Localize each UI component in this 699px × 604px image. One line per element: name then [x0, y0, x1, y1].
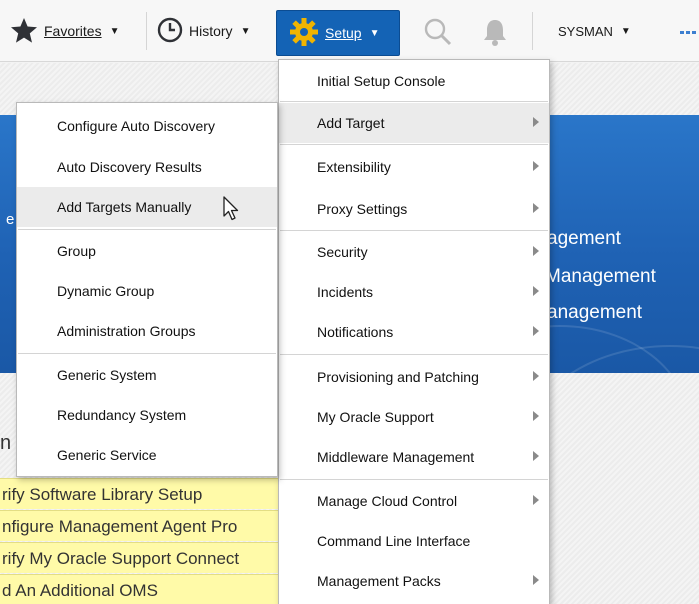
- caret-down-icon: ▼: [369, 27, 380, 39]
- menu-item-label: Manage Cloud Control: [317, 493, 458, 509]
- menu-item-label: Auto Discovery Results: [57, 159, 202, 175]
- submenu-arrow-icon: [533, 495, 539, 505]
- menu-item-incidents[interactable]: Incidents: [279, 272, 549, 312]
- submenu-arrow-icon: [533, 286, 539, 296]
- menu-item-provisioning-and-patching[interactable]: Provisioning and Patching: [279, 357, 549, 397]
- toolbar-divider: [146, 12, 147, 50]
- favorites-menu[interactable]: Favorites ▼: [10, 0, 119, 62]
- history-menu[interactable]: History ▼: [157, 0, 250, 62]
- submenu-item-configure-auto-discovery[interactable]: Configure Auto Discovery: [17, 106, 277, 146]
- menu-item-label: Extensibility: [317, 159, 391, 175]
- gear-icon: [289, 17, 319, 50]
- menu-item-notifications[interactable]: Notifications: [279, 312, 549, 352]
- caret-down-icon: ▼: [240, 25, 251, 37]
- menu-item-label: Command Line Interface: [317, 533, 471, 549]
- search-icon[interactable]: [420, 14, 456, 50]
- user-label: SYSMAN: [558, 23, 613, 39]
- submenu-item-group[interactable]: Group: [17, 231, 277, 271]
- submenu-item-generic-service[interactable]: Generic Service: [17, 435, 277, 475]
- submenu-item-redundancy-system[interactable]: Redundancy System: [17, 395, 277, 435]
- menu-item-security[interactable]: Security: [279, 232, 549, 272]
- star-icon: [10, 17, 38, 46]
- menu-item-label: Initial Setup Console: [317, 73, 446, 89]
- menu-item-label: Group: [57, 243, 96, 259]
- submenu-arrow-icon: [533, 371, 539, 381]
- submenu-arrow-icon: [533, 246, 539, 256]
- menu-item-command-line-interface[interactable]: Command Line Interface: [279, 521, 549, 561]
- menu-item-label: Proxy Settings: [317, 201, 408, 217]
- setup-menu-button[interactable]: Setup ▼: [276, 10, 400, 56]
- submenu-arrow-icon: [533, 575, 539, 585]
- section-heading-fragment: n: [0, 432, 12, 454]
- submenu-arrow-icon: [533, 411, 539, 421]
- menu-item-label: Notifications: [317, 324, 394, 340]
- menu-item-label: Dynamic Group: [57, 283, 155, 299]
- bell-icon[interactable]: [478, 14, 512, 50]
- setup-task-link[interactable]: nfigure Management Agent Pro: [0, 510, 290, 541]
- menu-item-middleware-management[interactable]: Middleware Management: [279, 437, 549, 477]
- menu-item-label: Generic System: [57, 367, 157, 383]
- submenu-arrow-icon: [533, 161, 539, 171]
- menu-divider: [280, 144, 548, 145]
- submenu-item-dynamic-group[interactable]: Dynamic Group: [17, 271, 277, 311]
- add-target-submenu: Configure Auto Discovery Auto Discovery …: [16, 102, 278, 477]
- submenu-arrow-icon: [533, 203, 539, 213]
- menu-item-label: Incidents: [317, 284, 374, 300]
- banner-line-3: anagement: [547, 302, 643, 323]
- caret-down-icon: ▼: [620, 25, 631, 37]
- setup-dropdown-menu: Initial Setup Console Add Target Extensi…: [278, 59, 550, 604]
- submenu-arrow-icon: [533, 117, 539, 127]
- submenu-item-administration-groups[interactable]: Administration Groups: [17, 311, 277, 351]
- menu-item-initial-setup-console[interactable]: Initial Setup Console: [279, 61, 549, 101]
- banner-fragment: e: [6, 211, 15, 228]
- banner-line-2: Management: [545, 266, 656, 287]
- user-menu[interactable]: SYSMAN ▼: [558, 0, 631, 62]
- menu-item-label: Generic Service: [57, 447, 157, 463]
- clock-icon: [157, 17, 183, 46]
- global-toolbar: Favorites ▼ History ▼ Setup ▼ SYSMAN ▼: [0, 0, 699, 62]
- menu-divider: [280, 354, 548, 355]
- menu-item-label: Provisioning and Patching: [317, 369, 479, 385]
- menu-item-management-packs[interactable]: Management Packs: [279, 561, 549, 601]
- menu-item-add-target[interactable]: Add Target: [279, 103, 549, 143]
- menu-item-manage-cloud-control[interactable]: Manage Cloud Control: [279, 481, 549, 521]
- submenu-item-generic-system[interactable]: Generic System: [17, 355, 277, 395]
- menu-item-label: Add Target: [317, 115, 385, 131]
- menu-divider: [280, 230, 548, 231]
- menu-item-proxy-settings[interactable]: Proxy Settings: [279, 189, 549, 229]
- menu-item-label: Administration Groups: [57, 323, 196, 339]
- menu-item-label: Security: [317, 244, 368, 260]
- menu-divider: [18, 229, 276, 230]
- submenu-item-auto-discovery-results[interactable]: Auto Discovery Results: [17, 147, 277, 187]
- submenu-arrow-icon: [533, 326, 539, 336]
- toolbar-divider: [532, 12, 533, 50]
- pointer-cursor-icon: [222, 196, 240, 225]
- menu-item-label: Add Targets Manually: [57, 199, 192, 215]
- more-icon[interactable]: [678, 22, 699, 42]
- setup-label: Setup: [325, 25, 362, 41]
- menu-item-extensibility[interactable]: Extensibility: [279, 147, 549, 187]
- menu-divider: [280, 101, 548, 102]
- menu-item-label: Redundancy System: [57, 407, 187, 423]
- menu-item-label: Management Packs: [317, 573, 441, 589]
- banner-line-1: agement: [547, 228, 621, 249]
- menu-item-label: Middleware Management: [317, 449, 475, 465]
- menu-item-my-oracle-support[interactable]: My Oracle Support: [279, 397, 549, 437]
- menu-divider: [18, 353, 276, 354]
- favorites-label: Favorites: [44, 23, 102, 39]
- menu-item-label: My Oracle Support: [317, 409, 434, 425]
- caret-down-icon: ▼: [109, 25, 120, 37]
- menu-item-label: Configure Auto Discovery: [57, 118, 215, 134]
- submenu-arrow-icon: [533, 451, 539, 461]
- setup-task-link[interactable]: rify Software Library Setup: [0, 478, 290, 509]
- menu-divider: [280, 479, 548, 480]
- setup-task-link[interactable]: rify My Oracle Support Connect: [0, 542, 290, 573]
- history-label: History: [189, 23, 233, 39]
- setup-task-link[interactable]: d An Additional OMS: [0, 574, 290, 604]
